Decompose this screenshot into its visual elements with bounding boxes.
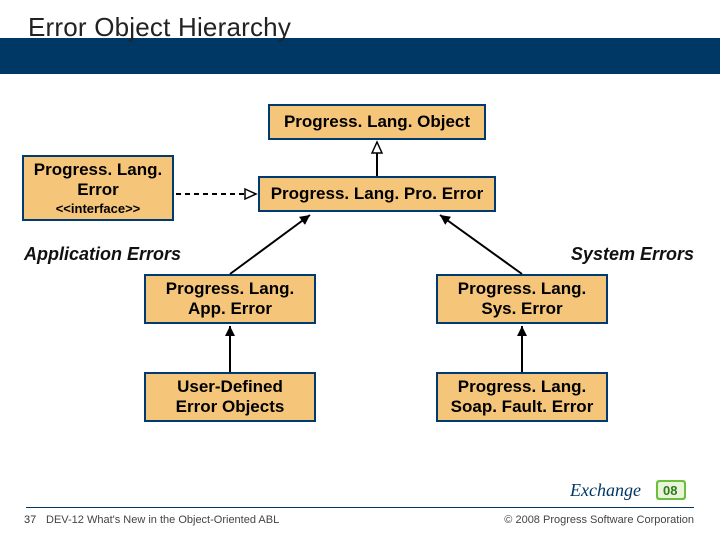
exchange-logo: Exchange 08 xyxy=(570,474,690,508)
box-error-interface: Progress. Lang. Error <<interface>> xyxy=(22,155,174,221)
box-apperror-l1: Progress. Lang. xyxy=(166,279,294,299)
box-error-stereotype: <<interface>> xyxy=(56,201,141,216)
box-userdefined-l2: Error Objects xyxy=(176,397,285,417)
box-syserror-l2: Sys. Error xyxy=(481,299,562,319)
connectors xyxy=(0,0,720,540)
logo-text: Exchange xyxy=(570,480,641,500)
category-system-errors: System Errors xyxy=(571,244,694,265)
footer-copyright: © 2008 Progress Software Corporation xyxy=(504,514,694,526)
box-apperror-l2: App. Error xyxy=(188,299,272,319)
box-syserror: Progress. Lang. Sys. Error xyxy=(436,274,608,324)
box-userdefined: User-Defined Error Objects xyxy=(144,372,316,422)
box-syserror-l1: Progress. Lang. xyxy=(458,279,586,299)
logo-year: 08 xyxy=(663,483,677,498)
box-soapfault-l2: Soap. Fault. Error xyxy=(451,397,594,417)
box-apperror: Progress. Lang. App. Error xyxy=(144,274,316,324)
box-soapfault-l1: Progress. Lang. xyxy=(458,377,586,397)
box-error-l1: Progress. Lang. xyxy=(34,160,162,180)
box-object-label: Progress. Lang. Object xyxy=(284,112,470,132)
slide-title: Error Object Hierarchy xyxy=(28,12,291,43)
footer-title: DEV-12 What's New in the Object-Oriented… xyxy=(46,514,279,526)
slide: Error Object Hierarchy Progress. Lang. O… xyxy=(0,0,720,540)
page-number: 37 xyxy=(24,514,36,526)
box-object: Progress. Lang. Object xyxy=(268,104,486,140)
box-error-l2: Error xyxy=(77,180,119,200)
box-soapfault: Progress. Lang. Soap. Fault. Error xyxy=(436,372,608,422)
category-application-errors: Application Errors xyxy=(24,244,181,265)
title-bar xyxy=(0,38,720,74)
box-proerror-label: Progress. Lang. Pro. Error xyxy=(271,184,484,204)
box-proerror: Progress. Lang. Pro. Error xyxy=(258,176,496,212)
box-userdefined-l1: User-Defined xyxy=(177,377,283,397)
